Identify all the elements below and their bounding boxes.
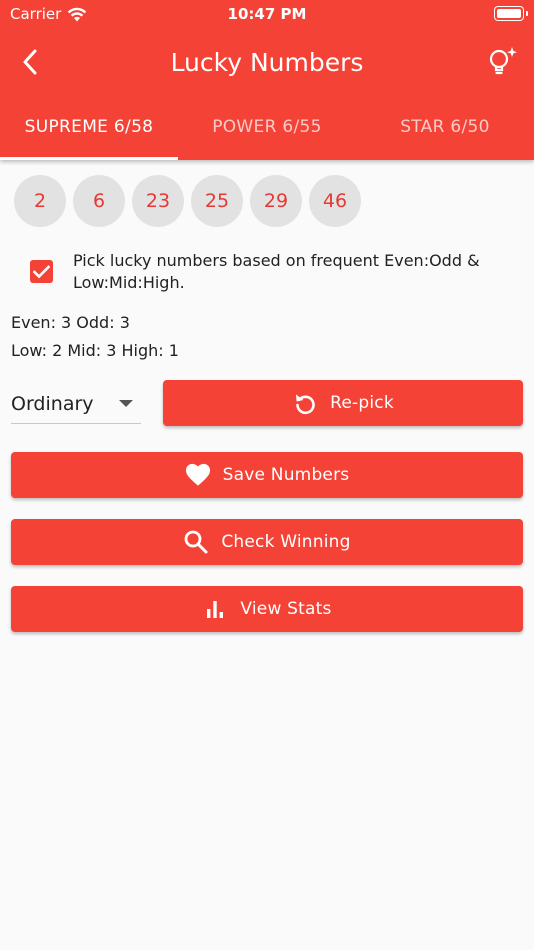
dropdown-value: Ordinary <box>11 392 94 415</box>
number-ball: 6 <box>73 175 125 227</box>
status-bar: Carrier 10:47 PM <box>0 0 534 30</box>
pick-mode-dropdown[interactable]: Ordinary <box>11 384 141 424</box>
tab-star[interactable]: STAR 6/50 <box>356 100 534 160</box>
view-stats-button[interactable]: View Stats <box>11 586 523 632</box>
number-ball: 29 <box>250 175 302 227</box>
frequency-option-label: Pick lucky numbers based on frequent Eve… <box>73 251 480 292</box>
refresh-icon <box>296 394 315 415</box>
lightbulb-sparkle-icon <box>489 47 517 75</box>
number-ball: 25 <box>191 175 243 227</box>
toolbar: Lucky Numbers <box>0 34 534 92</box>
battery-icon <box>494 6 528 21</box>
check-icon <box>33 264 50 278</box>
number-ball: 2 <box>14 175 66 227</box>
tab-power[interactable]: POWER 6/55 <box>178 100 356 160</box>
even-odd-stat: Even: 3 Odd: 3 <box>11 313 130 332</box>
lucky-numbers-row: 2 6 23 25 29 46 <box>14 175 368 227</box>
frequency-checkbox[interactable] <box>30 260 53 283</box>
bar-chart-icon <box>207 601 224 618</box>
repick-label: Re-pick <box>330 393 394 413</box>
game-tabs: SUPREME 6/58 POWER 6/55 STAR 6/50 <box>0 100 534 160</box>
number-ball: 23 <box>132 175 184 227</box>
tab-supreme[interactable]: SUPREME 6/58 <box>0 100 178 160</box>
number-ball: 46 <box>309 175 361 227</box>
heart-icon <box>185 463 210 486</box>
view-stats-label: View Stats <box>240 599 332 619</box>
frequency-option: Pick lucky numbers based on frequent Eve… <box>30 250 520 294</box>
app-bar: Carrier 10:47 PM Lucky Numbers SUPREME 6… <box>0 0 534 160</box>
search-icon <box>184 530 208 554</box>
save-numbers-label: Save Numbers <box>222 465 350 485</box>
dropdown-arrow-icon <box>119 400 133 407</box>
repick-button[interactable]: Re-pick <box>163 380 523 426</box>
low-mid-high-stat: Low: 2 Mid: 3 High: 1 <box>11 341 179 360</box>
check-winning-button[interactable]: Check Winning <box>11 519 523 565</box>
lucky-pick-button[interactable] <box>486 44 520 78</box>
status-time: 10:47 PM <box>227 5 307 23</box>
save-numbers-button[interactable]: Save Numbers <box>11 452 523 498</box>
check-winning-label: Check Winning <box>221 532 351 552</box>
page-title: Lucky Numbers <box>170 48 364 77</box>
